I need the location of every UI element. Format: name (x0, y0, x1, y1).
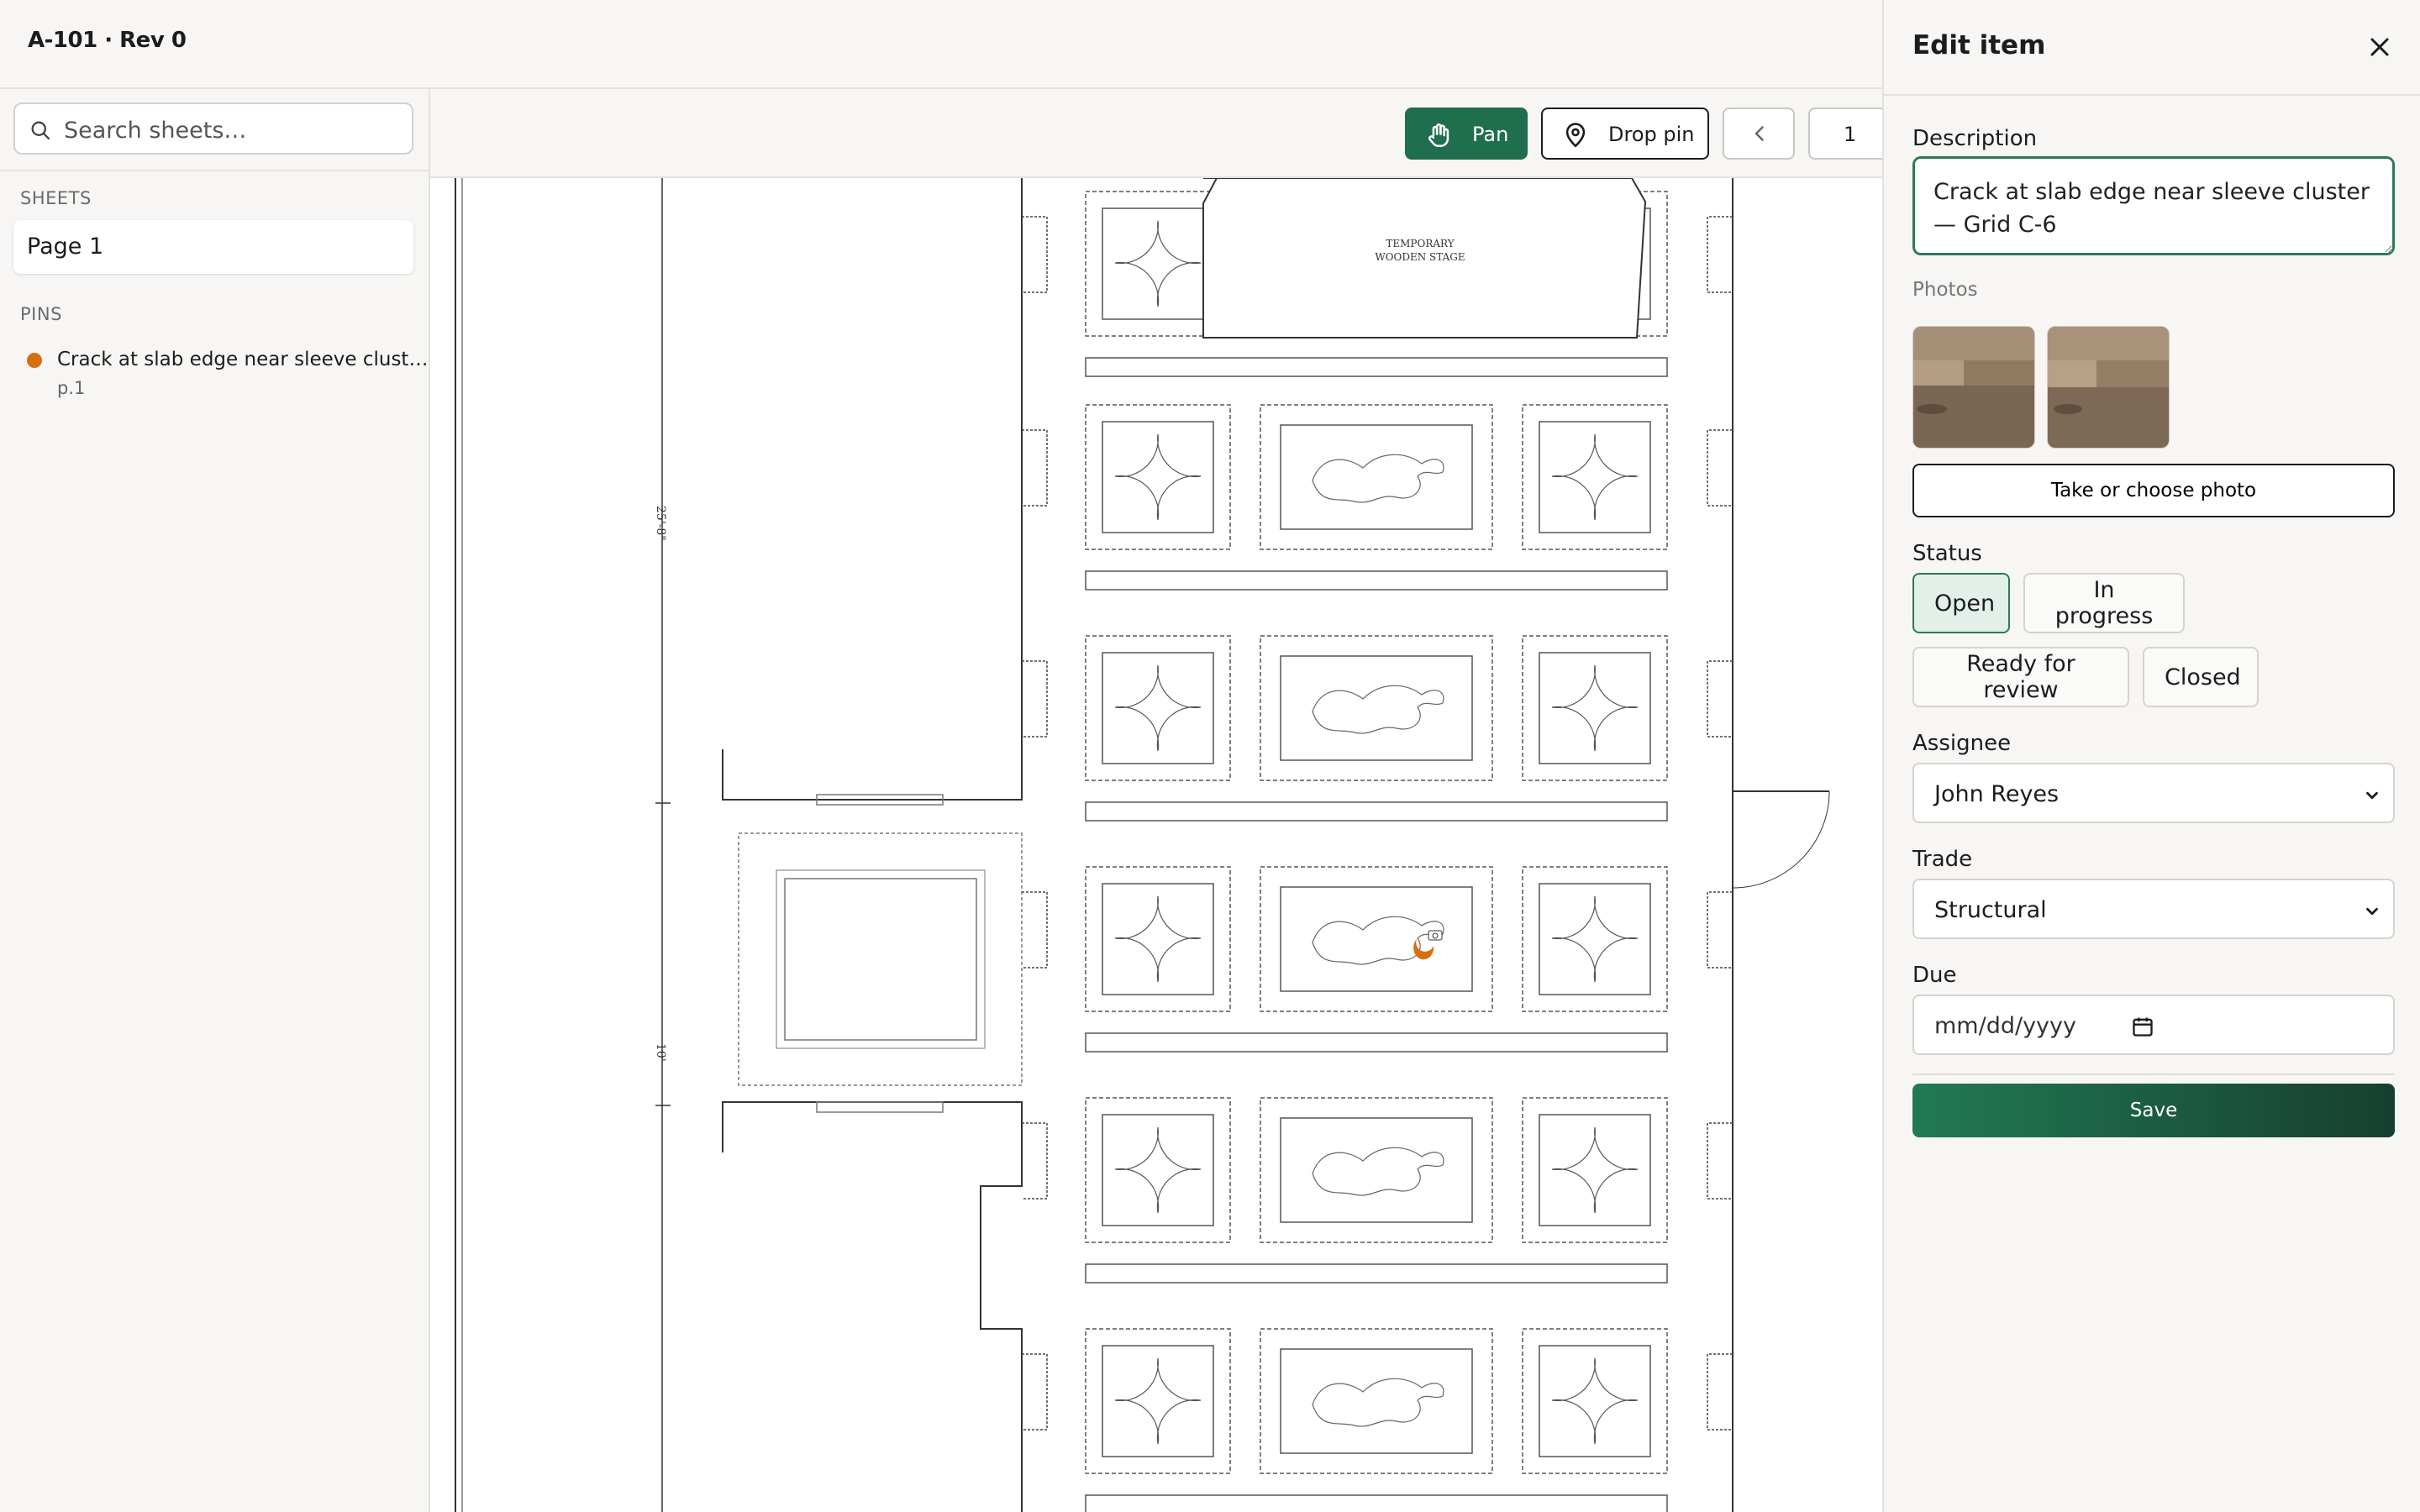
status-option-open[interactable]: Open (1912, 573, 2010, 633)
pin-item-title: Crack at slab edge near sleeve clust… (57, 349, 429, 370)
drop-pin-button[interactable]: Drop pin (1541, 108, 1709, 160)
panel-title: Edit item (1912, 30, 2046, 60)
floor-plan-drawing: 25'-8" 10' TEMPORARY WOODEN STAGE (455, 178, 1830, 1512)
issue-pin-marker[interactable] (1413, 930, 1443, 960)
calendar-icon[interactable] (2131, 1015, 2154, 1038)
trade-select[interactable]: Structural (1912, 879, 2395, 939)
trade-value: Structural (1934, 897, 2047, 923)
assignee-select[interactable]: John Reyes (1912, 763, 2395, 823)
trade-label: Trade (1912, 847, 1973, 872)
status-option-closed[interactable]: Closed (2143, 647, 2259, 707)
chevron-down-icon (2366, 907, 2378, 916)
description-label: Description (1912, 126, 2038, 151)
form-divider (1912, 1074, 2395, 1075)
due-placeholder: mm/dd/yyyy (1934, 1013, 2076, 1039)
assignee-label: Assignee (1912, 731, 2012, 756)
previous-page-button[interactable] (1723, 108, 1795, 160)
photo-thumbnail[interactable] (1912, 326, 2035, 449)
take-photo-button[interactable]: Take or choose photo (1912, 464, 2395, 517)
sheet-item-page-1[interactable]: Page 1 (13, 220, 413, 274)
hand-icon (1428, 123, 1449, 148)
sidebar-divider (0, 170, 429, 171)
sheets-section-label: SHEETS (20, 188, 92, 208)
pan-tool-button[interactable]: Pan (1405, 108, 1528, 160)
drawing-canvas[interactable]: Pan Drop pin 1 25'-8" 10' TEMPORARY WOOD… (430, 89, 1882, 1512)
dimension-label-top: 25'-8" (654, 506, 667, 541)
search-box[interactable] (13, 102, 413, 155)
pin-item-page: p.1 (57, 378, 86, 398)
page-number: 1 (1844, 123, 1857, 146)
save-button[interactable]: Save (1912, 1084, 2395, 1137)
pan-label: Pan (1472, 123, 1509, 146)
description-field[interactable]: Crack at slab edge near sleeve cluster —… (1912, 156, 2395, 255)
dimension-label-mid: 10' (654, 1043, 667, 1062)
pin-list-item[interactable]: Crack at slab edge near sleeve clust… p.… (20, 346, 428, 405)
pin-status-dot (27, 353, 42, 368)
photo-thumbnail[interactable] (2047, 326, 2170, 449)
stage-label-line2: WOODEN STAGE (1375, 251, 1465, 263)
sheet-item-label: Page 1 (27, 234, 104, 260)
page-number-indicator[interactable]: 1 (1808, 108, 1882, 160)
chevron-left-icon (1754, 126, 1764, 141)
photos-label: Photos (1912, 279, 1978, 301)
edit-item-panel: Edit item Description Crack at slab edge… (1882, 0, 2420, 1512)
chevron-down-icon (2366, 791, 2378, 800)
search-icon (31, 121, 50, 140)
sheets-sidebar: SHEETS Page 1 PINS Crack at slab edge ne… (0, 89, 430, 1512)
status-label: Status (1912, 541, 1982, 566)
search-input[interactable] (62, 113, 402, 148)
document-title: A-101 · Rev 0 (28, 28, 187, 53)
drop-pin-label: Drop pin (1608, 123, 1695, 146)
assignee-value: John Reyes (1934, 781, 2060, 807)
panel-header: Edit item (1884, 0, 2420, 96)
close-icon[interactable] (2365, 32, 2395, 62)
status-option-ready-for-review[interactable]: Ready for review (1912, 647, 2129, 707)
stage-label-line1: TEMPORARY (1386, 238, 1455, 249)
map-pin-icon (1565, 123, 1586, 148)
pins-section-label: PINS (20, 304, 62, 324)
due-date-input[interactable]: mm/dd/yyyy (1912, 995, 2395, 1055)
due-label: Due (1912, 963, 1957, 988)
status-option-in-progress[interactable]: In progress (2023, 573, 2185, 633)
top-bar: A-101 · Rev 0 (0, 0, 1882, 89)
canvas-toolbar: Pan Drop pin 1 (430, 89, 1882, 178)
